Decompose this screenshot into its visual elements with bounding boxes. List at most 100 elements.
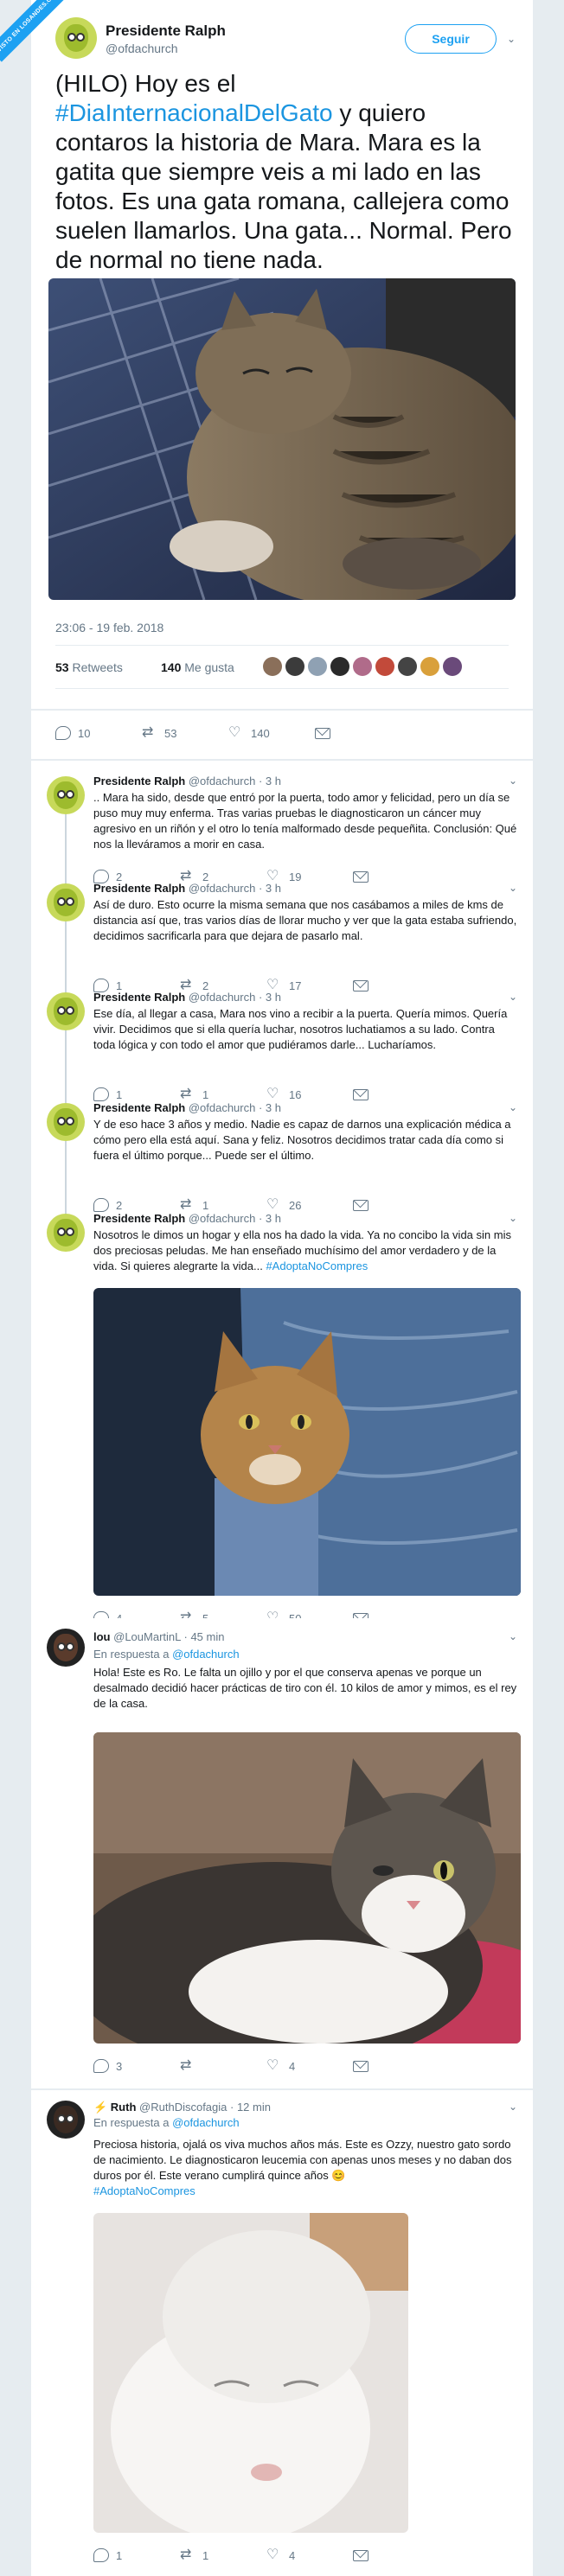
reply-header[interactable]: Presidente Ralph @ofdachurch · 3 h: [93, 1101, 281, 1114]
chevron-down-icon[interactable]: ⌄: [509, 1212, 517, 1224]
avatar[interactable]: [375, 657, 394, 676]
chevron-down-icon[interactable]: ⌄: [507, 33, 516, 45]
follow-button[interactable]: Seguir: [405, 24, 497, 54]
avatar[interactable]: [330, 657, 349, 676]
cat-ozzy-photo[interactable]: [93, 2213, 408, 2533]
author-handle: @LouMartinL: [113, 1630, 181, 1643]
retweets-label: Retweets: [72, 660, 123, 674]
chevron-down-icon[interactable]: ⌄: [509, 882, 517, 894]
dm-button[interactable]: [315, 727, 401, 739]
author-name[interactable]: Presidente Ralph: [106, 22, 226, 40]
like-button[interactable]: ♡ 26: [266, 1198, 353, 1212]
likes-label: Me gusta: [184, 660, 234, 674]
dm-button[interactable]: [353, 870, 439, 883]
reply-button[interactable]: 1: [93, 1087, 180, 1101]
avatar[interactable]: [285, 657, 304, 676]
reply-actions: 2 ⇄ 1 ♡ 26: [93, 1198, 439, 1212]
dm-button[interactable]: [353, 979, 439, 992]
like-count: 16: [289, 1087, 302, 1101]
dm-button[interactable]: [353, 2060, 439, 2072]
avatar[interactable]: [47, 1629, 85, 1667]
reply-header[interactable]: Presidente Ralph @ofdachurch · 3 h: [93, 991, 281, 1004]
envelope-icon: [353, 1088, 369, 1100]
dm-button[interactable]: [353, 2549, 439, 2561]
dm-button[interactable]: [353, 1088, 439, 1100]
reply-button[interactable]: 3: [93, 2059, 180, 2073]
reply-button[interactable]: 2: [93, 1198, 180, 1212]
reply-lou: lou @LouMartinL · 45 min ⌄ En respuesta …: [31, 1618, 533, 2088]
retweet-stats[interactable]: 53 Retweets: [55, 660, 123, 674]
like-button[interactable]: ♡ 140: [228, 726, 315, 740]
author-handle[interactable]: @ofdachurch: [106, 41, 177, 55]
heart-icon: ♡: [266, 2058, 279, 2073]
retweet-button[interactable]: ⇄: [180, 2059, 266, 2073]
reply-time: · 12 min: [230, 2101, 271, 2114]
reply-actions: 1 ⇄ 1 ♡ 16: [93, 1087, 439, 1101]
avatar[interactable]: [353, 657, 372, 676]
like-stats[interactable]: 140 Me gusta: [161, 660, 234, 674]
reply-actions: 3 ⇄ ♡ 4: [93, 2059, 439, 2073]
in-reply-to-link[interactable]: @ofdachurch: [172, 2116, 240, 2129]
like-button[interactable]: ♡ 4: [266, 2059, 353, 2073]
cat-photo[interactable]: [48, 278, 516, 600]
avatar[interactable]: [443, 657, 462, 676]
envelope-icon: [315, 727, 330, 739]
hashtag-link[interactable]: #DiaInternacionalDelGato: [55, 99, 333, 126]
author-name: Presidente Ralph: [93, 1212, 186, 1225]
dm-button[interactable]: [353, 1199, 439, 1211]
tweet-actions: 10 ⇄ 53 ♡ 140: [55, 726, 401, 740]
like-button[interactable]: ♡ 16: [266, 1087, 353, 1101]
retweet-button[interactable]: ⇄ 1: [180, 1198, 266, 1212]
reply-count: 1: [116, 1087, 123, 1101]
envelope-icon: [353, 1199, 369, 1211]
tweet-timestamp[interactable]: 23:06 - 19 feb. 2018: [55, 621, 163, 634]
avatar[interactable]: [47, 1214, 85, 1252]
reply-header[interactable]: ⚡ Ruth @RuthDiscofagia · 12 min: [93, 2101, 271, 2114]
retweet-button[interactable]: ⇄ 1: [180, 2548, 266, 2562]
avatar[interactable]: [47, 2101, 85, 2139]
hashtag-link[interactable]: #AdoptaNoCompres: [93, 2184, 195, 2197]
reply-time: · 3 h: [258, 1101, 281, 1114]
hashtag-link[interactable]: #AdoptaNoCompres: [266, 1259, 368, 1272]
avatar[interactable]: [47, 1103, 85, 1141]
avatar[interactable]: [263, 657, 282, 676]
in-reply-to-link[interactable]: @ofdachurch: [172, 1648, 240, 1661]
thread-line: [65, 1030, 67, 1103]
likers-avatars[interactable]: [263, 657, 462, 676]
cat-in-jeans-photo[interactable]: [93, 1288, 521, 1596]
main-tweet-actions-bar: 10 ⇄ 53 ♡ 140: [31, 711, 533, 759]
reply-header[interactable]: Presidente Ralph @ofdachurch · 3 h: [93, 1212, 281, 1225]
reply-time: · 45 min: [183, 1630, 225, 1643]
author-handle: @ofdachurch: [188, 991, 256, 1004]
reply-ruth: ⚡ Ruth @RuthDiscofagia · 12 min ⌄ En res…: [31, 2090, 533, 2576]
retweet-count: 1: [202, 1198, 209, 1212]
avatar[interactable]: [47, 992, 85, 1030]
retweet-button[interactable]: ⇄ 1: [180, 1087, 266, 1101]
chevron-down-icon[interactable]: ⌄: [509, 991, 517, 1003]
avatar[interactable]: [420, 657, 439, 676]
like-count: 17: [289, 979, 302, 992]
chevron-down-icon[interactable]: ⌄: [509, 1101, 517, 1113]
like-button[interactable]: ♡ 4: [266, 2548, 353, 2562]
reply-header[interactable]: lou @LouMartinL · 45 min: [93, 1630, 224, 1643]
reply-button[interactable]: 10: [55, 726, 142, 740]
reply-button[interactable]: 1: [93, 2548, 180, 2562]
author-name: Presidente Ralph: [93, 991, 186, 1004]
chevron-down-icon[interactable]: ⌄: [509, 775, 517, 787]
retweet-button[interactable]: ⇄ 53: [142, 726, 228, 740]
like-count: 26: [289, 1198, 302, 1212]
reply-header[interactable]: Presidente Ralph @ofdachurch · 3 h: [93, 775, 281, 787]
reply-header[interactable]: Presidente Ralph @ofdachurch · 3 h: [93, 882, 281, 895]
reply-time: · 3 h: [258, 991, 281, 1004]
envelope-icon: [353, 2549, 369, 2561]
chevron-down-icon[interactable]: ⌄: [509, 1630, 517, 1642]
avatar[interactable]: [398, 657, 417, 676]
avatar[interactable]: [47, 776, 85, 814]
avatar[interactable]: [47, 883, 85, 921]
author-handle: @RuthDiscofagia: [139, 2101, 228, 2114]
avatar[interactable]: [55, 17, 97, 59]
cat-ro-photo[interactable]: [93, 1732, 521, 2044]
envelope-icon: [353, 979, 369, 992]
chevron-down-icon[interactable]: ⌄: [509, 2101, 517, 2113]
avatar[interactable]: [308, 657, 327, 676]
